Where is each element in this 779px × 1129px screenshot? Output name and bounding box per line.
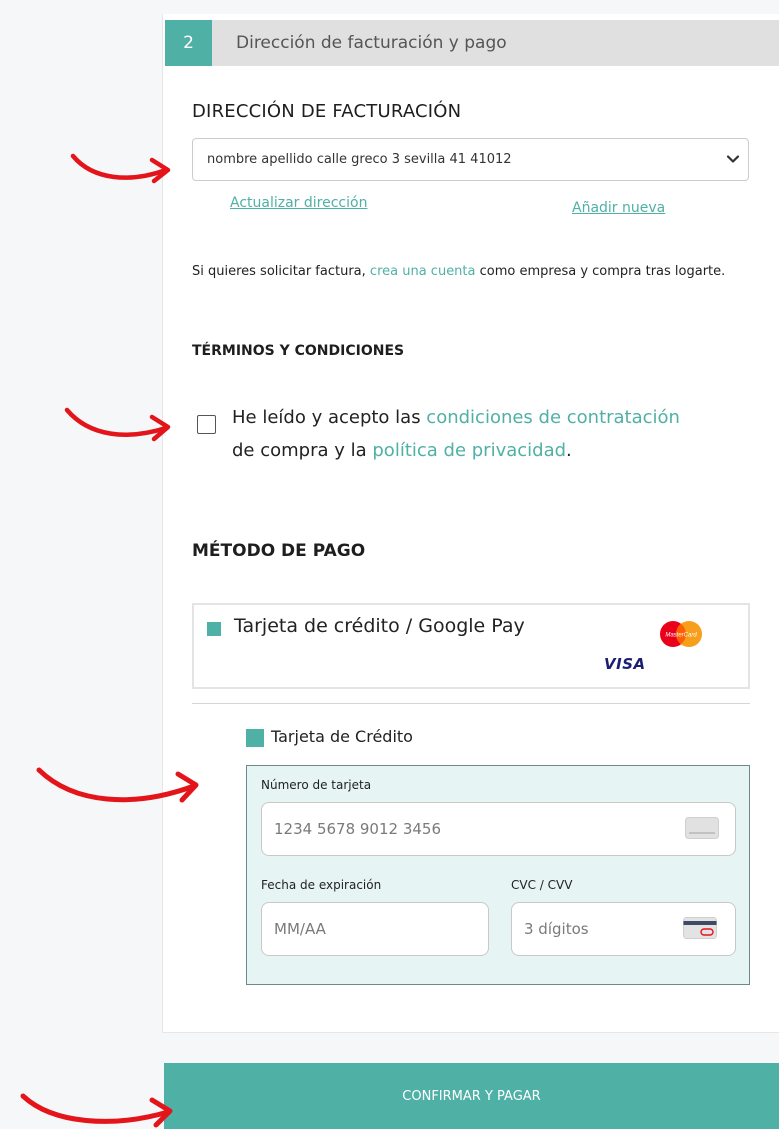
create-account-link[interactable]: crea una cuenta (370, 264, 476, 279)
step-title: Dirección de facturación y pago (236, 33, 507, 53)
privacy-policy-link[interactable]: política de privacidad (372, 440, 566, 461)
update-address-link[interactable]: Actualizar dirección (230, 195, 367, 211)
terms-text: He leído y acepto las condiciones de con… (232, 401, 702, 467)
address-select[interactable]: nombre apellido calle greco 3 sevilla 41… (192, 138, 749, 181)
payment-heading: MÉTODO DE PAGO (192, 541, 366, 561)
payment-method-option[interactable]: Tarjeta de crédito / Google Pay MasterCa… (192, 603, 750, 689)
payment-method-label: Tarjeta de crédito / Google Pay (234, 615, 525, 637)
terms-text-mid: de compra y la (232, 440, 373, 461)
terms-checkbox[interactable] (197, 415, 216, 434)
step-number: 2 (165, 20, 212, 66)
terms-text-end: . (566, 440, 572, 461)
invoice-info-text: Si quieres solicitar factura, crea una c… (192, 256, 752, 287)
add-address-link[interactable]: Añadir nueva (572, 200, 665, 216)
card-number-input[interactable] (261, 802, 736, 856)
card-icon (685, 817, 719, 839)
payment-method-radio[interactable] (207, 622, 221, 636)
terms-heading: TÉRMINOS Y CONDICIONES (192, 343, 405, 359)
billing-heading: DIRECCIÓN DE FACTURACIÓN (192, 101, 462, 122)
section-divider (192, 703, 750, 704)
address-select-value: nombre apellido calle greco 3 sevilla 41… (207, 152, 512, 167)
red-arrow-icon (20, 1093, 173, 1128)
red-arrow-icon (36, 767, 199, 803)
terms-text-before: He leído y acepto las (232, 407, 427, 428)
chevron-down-icon (726, 155, 740, 163)
visa-logo: VISA (604, 655, 646, 673)
card-back-icon (683, 917, 717, 939)
red-arrow-icon (64, 407, 171, 442)
card-number-label: Número de tarjeta (261, 778, 372, 792)
card-form: Número de tarjeta Fecha de expiración CV… (246, 765, 750, 985)
credit-card-radio[interactable] (246, 729, 264, 747)
expiry-input[interactable] (261, 902, 489, 956)
invoice-info-after: como empresa y compra tras logarte. (475, 264, 726, 279)
cvc-label: CVC / CVV (511, 878, 573, 892)
svg-text:MasterCard: MasterCard (665, 633, 697, 639)
credit-card-option-label: Tarjeta de Crédito (271, 727, 413, 746)
confirm-pay-button[interactable]: CONFIRMAR Y PAGAR (164, 1063, 779, 1129)
invoice-info-before: Si quieres solicitar factura, (192, 264, 370, 279)
contract-conditions-link[interactable]: condiciones de contratación (426, 407, 680, 428)
mastercard-logo: MasterCard (660, 621, 702, 647)
step-header: 2 Dirección de facturación y pago (165, 20, 779, 66)
red-arrow-icon (70, 153, 171, 184)
expiry-label: Fecha de expiración (261, 878, 382, 892)
